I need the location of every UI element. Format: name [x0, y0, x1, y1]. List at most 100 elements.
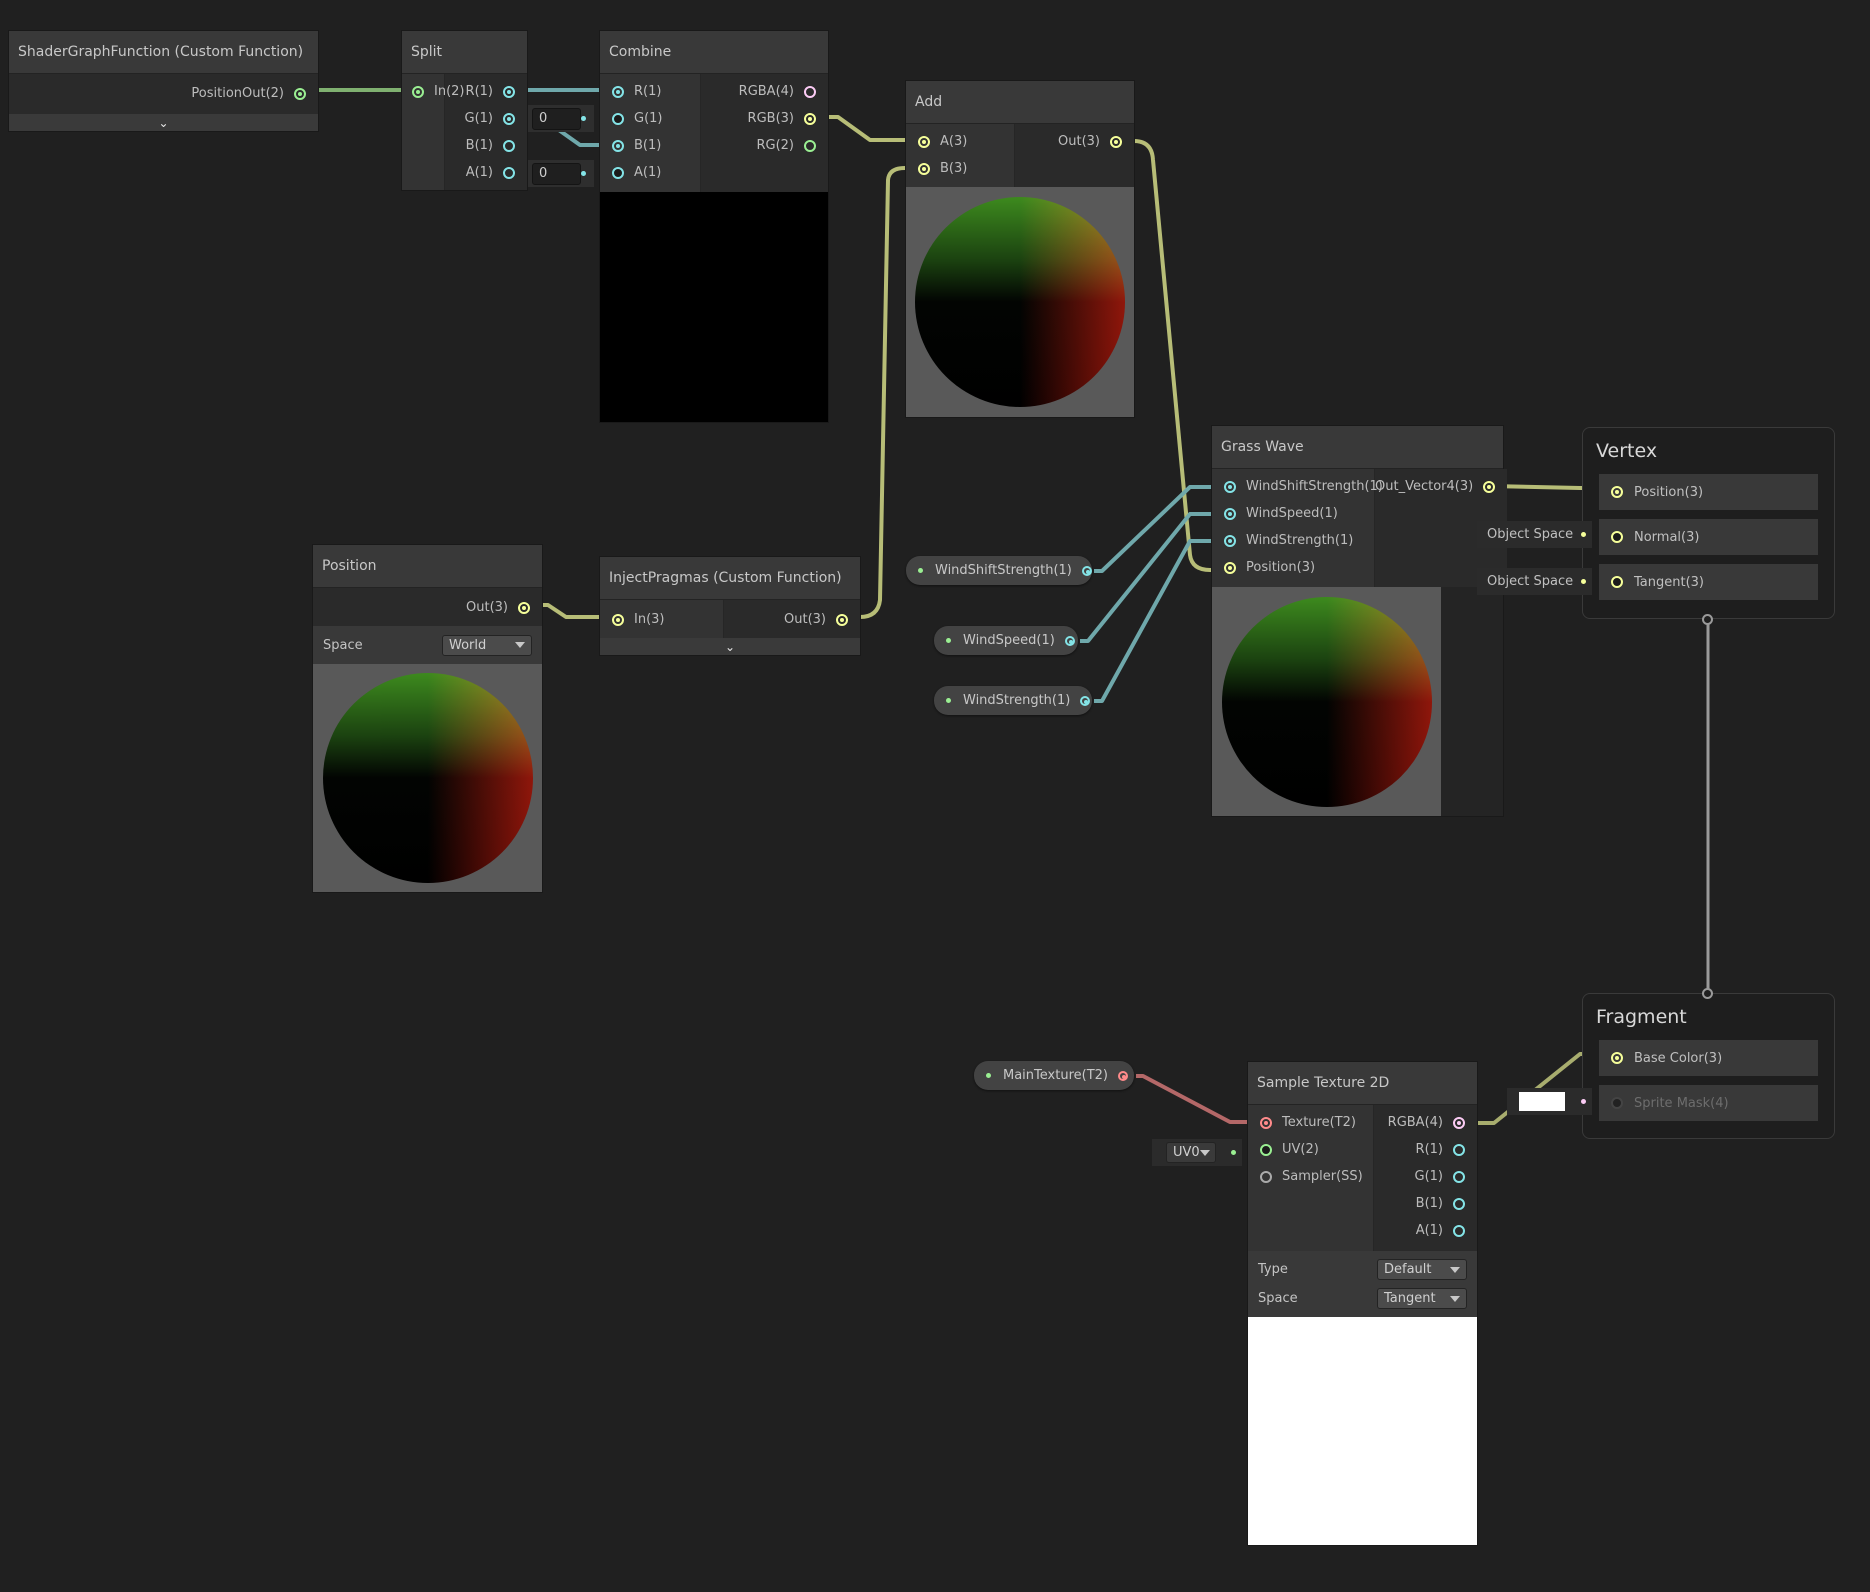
- port-a[interactable]: A(3): [906, 128, 1014, 155]
- port-g[interactable]: G(1): [600, 105, 700, 132]
- port-connector-icon[interactable]: [1453, 1143, 1465, 1156]
- port-connector-icon[interactable]: [836, 613, 848, 626]
- port-connector-icon[interactable]: [1611, 576, 1623, 588]
- port-connector-icon[interactable]: [612, 166, 624, 179]
- port-connector-icon[interactable]: [1260, 1116, 1272, 1129]
- property-main-texture[interactable]: MainTexture(T2): [974, 1061, 1134, 1090]
- port-connector-icon[interactable]: [1224, 507, 1236, 520]
- port-connector-icon[interactable]: [1224, 561, 1236, 574]
- port-connector-icon[interactable]: [1260, 1143, 1272, 1156]
- port-connector-icon[interactable]: [612, 85, 624, 98]
- port-r[interactable]: R(1): [600, 78, 700, 105]
- combine-a-default-field[interactable]: 0: [528, 160, 594, 187]
- port-connector-icon[interactable]: [804, 85, 816, 98]
- port-out[interactable]: Out(3): [313, 594, 542, 621]
- port-connector-icon[interactable]: [294, 87, 306, 100]
- port-connector-icon[interactable]: [918, 135, 930, 148]
- node-shader-graph-function[interactable]: ShaderGraphFunction (Custom Function) Po…: [9, 31, 318, 131]
- port-out[interactable]: Out(3): [1015, 128, 1134, 155]
- port-g[interactable]: G(1): [445, 105, 527, 132]
- vertex-slot-position[interactable]: Position(3): [1599, 474, 1818, 510]
- port-connector-icon[interactable]: [804, 112, 816, 125]
- port-texture[interactable]: Texture(T2): [1248, 1109, 1373, 1136]
- port-connector-icon[interactable]: [1453, 1170, 1465, 1183]
- port-connector-icon[interactable]: [503, 166, 515, 179]
- fragment-slot-base-color[interactable]: Base Color(3): [1599, 1040, 1818, 1076]
- port-connector-icon[interactable]: [918, 162, 930, 175]
- port-connector-icon[interactable]: [1224, 480, 1236, 493]
- port-out[interactable]: Out(3): [724, 606, 860, 633]
- port-connector-icon[interactable]: [1611, 1097, 1623, 1109]
- port-connector-icon[interactable]: [1260, 1170, 1272, 1183]
- uv-channel-field[interactable]: UV0: [1152, 1139, 1242, 1166]
- port-connector-icon[interactable]: [503, 85, 515, 98]
- property-wind-shift-strength[interactable]: WindShiftStrength(1): [906, 556, 1092, 585]
- fragment-slot-sprite-mask[interactable]: Sprite Mask(4): [1599, 1085, 1818, 1121]
- port-connector-icon[interactable]: [1080, 695, 1091, 706]
- space-dropdown[interactable]: World: [442, 634, 532, 656]
- property-wind-strength[interactable]: WindStrength(1): [934, 686, 1092, 715]
- node-combine[interactable]: Combine R(1) G(1) B(1) A(1) RGBA(4) RGB(…: [600, 31, 828, 422]
- expand-chevron-icon[interactable]: ⌄: [9, 114, 318, 131]
- port-connector-icon[interactable]: [612, 112, 624, 125]
- expand-chevron-icon[interactable]: ⌄: [600, 638, 860, 655]
- port-out-vector4[interactable]: Out_Vector4(3): [1375, 473, 1507, 500]
- port-uv[interactable]: UV(2): [1248, 1136, 1373, 1163]
- uv-channel-dropdown[interactable]: UV0: [1166, 1142, 1216, 1163]
- port-connector-icon[interactable]: [612, 613, 624, 626]
- port-b[interactable]: B(1): [600, 132, 700, 159]
- port-connector-icon[interactable]: [503, 112, 515, 125]
- a-value-input[interactable]: 0: [532, 162, 582, 185]
- normal-space-field[interactable]: Object Space: [1477, 521, 1592, 548]
- port-b[interactable]: B(3): [906, 155, 1014, 182]
- port-b[interactable]: B(1): [1374, 1190, 1477, 1217]
- port-wind-strength[interactable]: WindStrength(1): [1212, 527, 1374, 554]
- node-add[interactable]: Add A(3) B(3) Out(3): [906, 81, 1134, 417]
- sprite-mask-color-field[interactable]: [1507, 1088, 1592, 1115]
- combine-g-default-field[interactable]: 0: [528, 105, 594, 132]
- port-connector-icon[interactable]: [612, 139, 624, 152]
- port-connector-icon[interactable]: [503, 139, 515, 152]
- port-wind-shift-strength[interactable]: WindShiftStrength(1): [1212, 473, 1383, 500]
- port-connector-icon[interactable]: [1483, 480, 1496, 493]
- port-r[interactable]: R(1): [1374, 1136, 1477, 1163]
- sprite-mask-color-swatch[interactable]: [1519, 1092, 1565, 1111]
- port-a[interactable]: A(1): [600, 159, 700, 186]
- port-connector-icon[interactable]: [1224, 534, 1236, 547]
- node-inject-pragmas[interactable]: InjectPragmas (Custom Function) In(3) Ou…: [600, 557, 860, 655]
- tangent-space-field[interactable]: Object Space: [1477, 568, 1592, 595]
- port-a[interactable]: A(1): [1374, 1217, 1477, 1244]
- port-in[interactable]: In(3): [600, 606, 723, 633]
- g-value-input[interactable]: 0: [532, 107, 582, 130]
- port-b[interactable]: B(1): [445, 132, 527, 159]
- vertex-flow-out-connector[interactable]: [1702, 614, 1713, 625]
- port-connector-icon[interactable]: [1453, 1224, 1465, 1237]
- port-connector-icon[interactable]: [1611, 1052, 1623, 1064]
- port-r[interactable]: R(1): [445, 78, 527, 105]
- port-connector-icon[interactable]: [412, 85, 424, 98]
- port-connector-icon[interactable]: [1081, 565, 1092, 576]
- port-connector-icon[interactable]: [1110, 135, 1122, 148]
- space-dropdown[interactable]: Tangent: [1377, 1288, 1467, 1309]
- vertex-slot-tangent[interactable]: Tangent(3): [1599, 564, 1818, 600]
- port-a[interactable]: A(1): [445, 159, 527, 186]
- type-dropdown[interactable]: Default: [1377, 1259, 1467, 1280]
- port-connector-icon[interactable]: [1453, 1116, 1465, 1129]
- port-connector-icon[interactable]: [1453, 1197, 1465, 1210]
- port-connector-icon[interactable]: [1611, 486, 1623, 498]
- node-position[interactable]: Position Out(3) Space World: [313, 545, 542, 892]
- port-wind-speed[interactable]: WindSpeed(1): [1212, 500, 1374, 527]
- port-rgb[interactable]: RGB(3): [701, 105, 828, 132]
- port-rgba[interactable]: RGBA(4): [701, 78, 828, 105]
- port-connector-icon[interactable]: [518, 601, 530, 614]
- port-connector-icon[interactable]: [1117, 1070, 1128, 1081]
- fragment-context[interactable]: Fragment Base Color(3) Sprite Mask(4): [1582, 993, 1835, 1139]
- port-in[interactable]: In(2): [402, 78, 465, 105]
- port-connector-icon[interactable]: [1611, 531, 1623, 543]
- property-wind-speed[interactable]: WindSpeed(1): [934, 626, 1078, 655]
- port-rg[interactable]: RG(2): [701, 132, 828, 159]
- vertex-slot-normal[interactable]: Normal(3): [1599, 519, 1818, 555]
- vertex-context[interactable]: Vertex Position(3) Normal(3) Tangent(3): [1582, 427, 1835, 619]
- port-connector-icon[interactable]: [1064, 635, 1075, 646]
- node-split[interactable]: Split In(2) R(1) G(1) B(1) A(1): [402, 31, 527, 190]
